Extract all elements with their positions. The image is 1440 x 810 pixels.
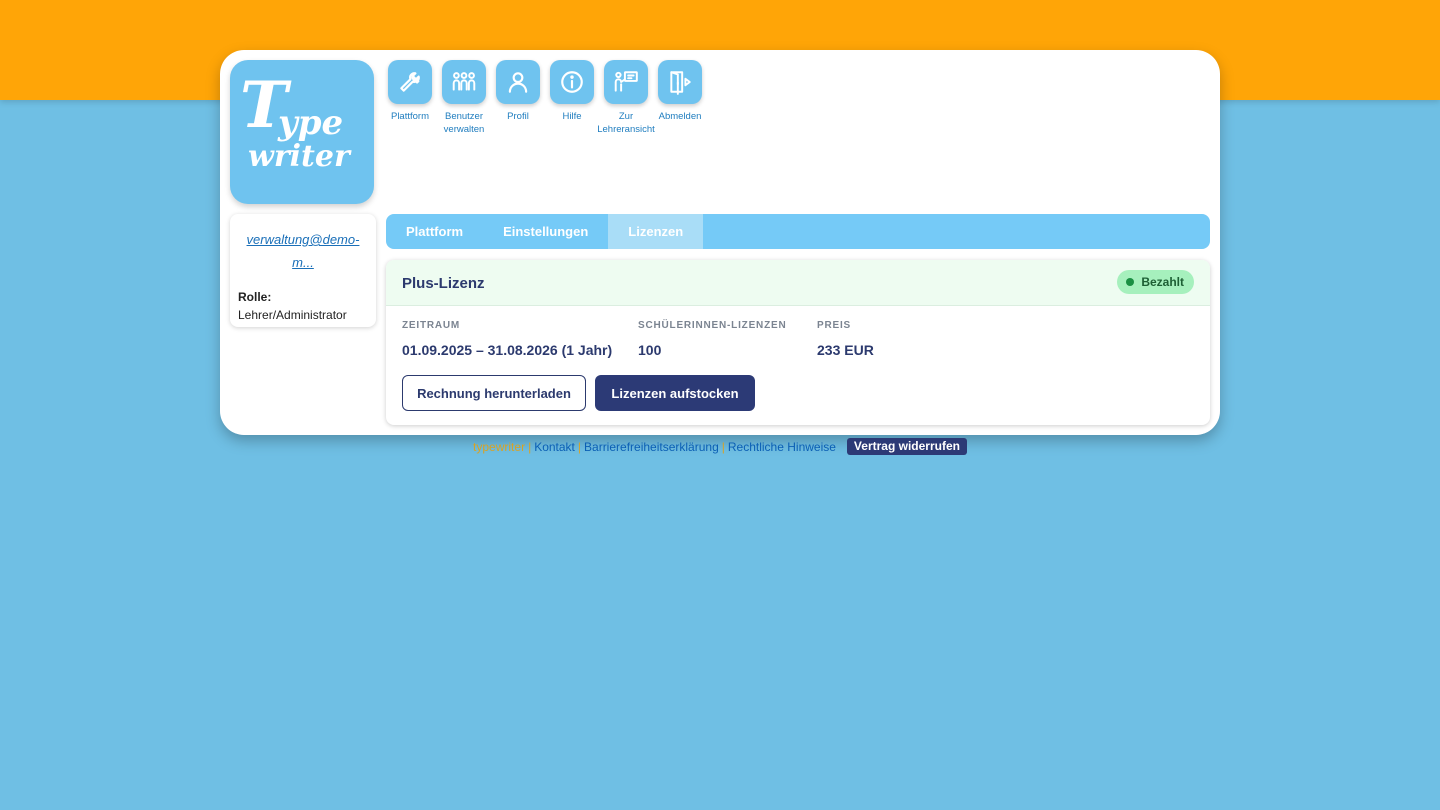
nav-button-plattform[interactable] (388, 60, 432, 104)
person-icon (508, 72, 528, 93)
field-value-preis: 233 EUR (817, 342, 874, 358)
nav-item-zur-lehreransicht[interactable]: Zur Lehreransicht (597, 60, 655, 136)
nav-item-benutzer-verwalten[interactable]: Benutzer verwalten (437, 60, 491, 136)
top-navigation: Plattform Benutzer verwalten Profil Hilf… (383, 60, 707, 136)
status-dot-icon (1126, 278, 1135, 286)
nav-button-profil[interactable] (496, 60, 540, 104)
field-preis: PREIS 233 EUR (817, 320, 874, 358)
nav-button-zur-lehreransicht[interactable] (604, 60, 648, 104)
nav-button-hilfe[interactable] (550, 60, 594, 104)
logo-text-ype: ype (278, 103, 344, 143)
footer-link-barrierefreiheit[interactable]: Barrierefreiheitserklärung (584, 440, 719, 454)
download-invoice-button[interactable]: Rechnung herunterladen (402, 375, 586, 411)
footer-link-rechtliche-hinweise[interactable]: Rechtliche Hinweise (728, 440, 836, 454)
nav-button-abmelden[interactable] (658, 60, 702, 104)
footer-separator: | (577, 439, 582, 454)
logo-text-writer: writer (248, 139, 350, 174)
nav-item-profil[interactable]: Profil (491, 60, 545, 136)
license-header: Plus-Lizenz Bezahlt (386, 260, 1210, 306)
nav-button-benutzer-verwalten[interactable] (442, 60, 486, 104)
teacher-board-icon (614, 71, 638, 92)
info-icon (561, 71, 583, 93)
license-card: Plus-Lizenz Bezahlt ZEITRAUM 01.09.2025 … (386, 260, 1210, 425)
footer-separator: | (721, 439, 725, 454)
logout-icon (670, 71, 691, 95)
field-label-preis: PREIS (817, 320, 852, 331)
nav-item-abmelden[interactable]: Abmelden (653, 60, 707, 136)
footer-separator: | (528, 439, 532, 454)
tab-einstellungen[interactable]: Einstellungen (483, 214, 608, 249)
field-schuelerinnen-lizenzen: SCHÜLERINNEN-LIZENZEN 100 (638, 320, 786, 358)
tab-plattform[interactable]: Plattform (386, 214, 483, 249)
tab-bar: Plattform Einstellungen Lizenzen (386, 214, 1210, 249)
users-icon (452, 72, 476, 91)
status-badge: Bezahlt (1117, 270, 1194, 294)
footer: typewriter | Kontakt | Barrierefreiheits… (0, 438, 1440, 455)
role-label: Rolle: (238, 290, 272, 304)
field-zeitraum: ZEITRAUM 01.09.2025 – 31.08.2026 (1 Jahr… (402, 320, 612, 358)
field-value-zeitraum: 01.09.2025 – 31.08.2026 (1 Jahr) (402, 342, 613, 358)
field-label-zeitraum: ZEITRAUM (402, 320, 461, 331)
license-title: Plus-Lizenz (402, 275, 485, 292)
main-card: T ype writer Plattform Benutzer verwalte… (220, 50, 1220, 435)
upgrade-licenses-button[interactable]: Lizenzen aufstocken (595, 375, 755, 411)
field-value-lizenzen: 100 (638, 342, 662, 358)
user-email-link[interactable]: verwaltung@demo-m... (238, 228, 368, 274)
field-label-lizenzen: SCHÜLERINNEN-LIZENZEN (638, 320, 787, 331)
role-value: Lehrer/Administrator (238, 308, 347, 322)
wrench-icon (400, 72, 420, 92)
user-info-box: verwaltung@demo-m... Rolle: Lehrer/Admin… (230, 214, 376, 327)
tab-lizenzen[interactable]: Lizenzen (608, 214, 704, 249)
revoke-contract-button[interactable]: Vertrag widerrufen (846, 438, 967, 455)
typewriter-logo[interactable]: T ype writer (230, 60, 374, 204)
nav-label-abmelden: Abmelden (658, 111, 702, 122)
footer-link-kontakt[interactable]: Kontakt (534, 440, 575, 454)
status-badge-label: Bezahlt (1141, 275, 1184, 289)
footer-brand: typewriter (473, 439, 526, 454)
